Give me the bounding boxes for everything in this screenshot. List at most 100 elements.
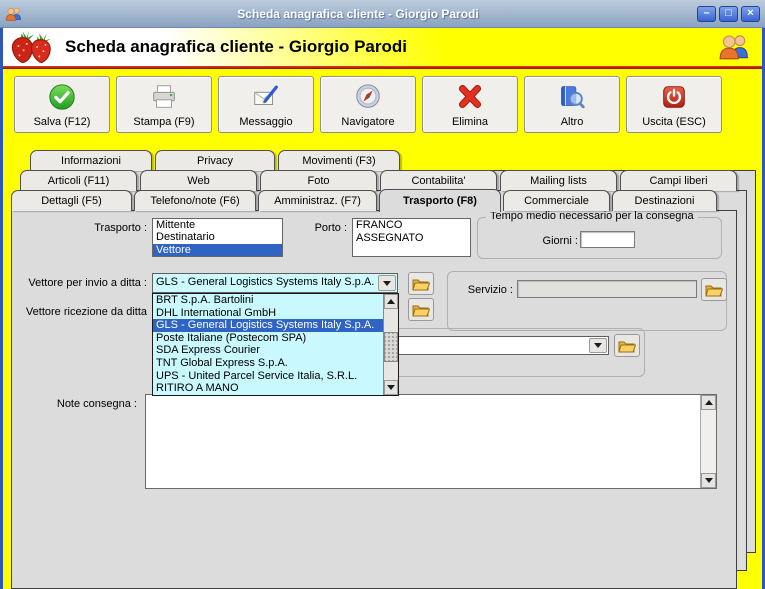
tab-mailing-lists[interactable]: Mailing lists xyxy=(500,170,617,191)
elimina-button[interactable]: Elimina xyxy=(422,76,518,133)
tab-foto[interactable]: Foto xyxy=(260,170,377,191)
arrow-down-icon xyxy=(387,385,395,390)
trasporto-listbox-option[interactable]: Mittente xyxy=(153,219,282,231)
scroll-up-button[interactable] xyxy=(701,395,716,410)
tab-movimenti[interactable]: Movimenti (F3) xyxy=(278,150,400,171)
carrier-dropdown-item[interactable]: GLS - General Logistics Systems Italy S.… xyxy=(153,319,383,332)
salva-button[interactable]: Salva (F12) xyxy=(14,76,110,133)
navigatore-label: Navigatore xyxy=(341,116,395,128)
ricezione-servizio-folder-button[interactable] xyxy=(614,334,640,357)
vettore-invio-dropdown-button[interactable] xyxy=(378,275,396,291)
porto-line: ASSEGNATO xyxy=(356,232,424,244)
altro-label: Altro xyxy=(560,116,584,128)
vettore-ricezione-folder-button[interactable] xyxy=(408,298,434,321)
vettore-ricezione-label: Vettore ricezione da ditta xyxy=(25,306,147,318)
servizio-group: Servizio : xyxy=(447,271,727,331)
tempo-medio-group: Tempo medio necessario per la consegna G… xyxy=(477,210,722,259)
chevron-down-icon xyxy=(594,343,602,348)
servizio-input[interactable] xyxy=(517,280,697,298)
arrow-up-icon xyxy=(387,299,395,304)
minimize-button[interactable]: – xyxy=(697,5,716,22)
delete-x-icon xyxy=(455,80,485,113)
chevron-down-icon xyxy=(383,280,391,286)
giorni-label: Giorni : xyxy=(542,235,578,247)
dropdown-scrollbar xyxy=(383,294,398,395)
note-consegna-text xyxy=(149,397,696,486)
strawberry-logo-icon xyxy=(9,29,57,65)
tab-campi-liberi[interactable]: Campi liberi xyxy=(620,170,737,191)
porto-listbox[interactable]: FRANCO ASSEGNATO xyxy=(352,218,471,257)
elimina-label: Elimina xyxy=(451,116,489,128)
tab-page-trasporto: Trasporto : Mittente Destinatario Vettor… xyxy=(11,210,737,589)
folder-icon xyxy=(705,285,723,296)
book-magnifier-icon xyxy=(557,80,587,113)
tab-dettagli[interactable]: Dettagli (F5) xyxy=(11,190,132,211)
vettore-invio-value: GLS - General Logistics Systems Italy S.… xyxy=(156,276,375,288)
tab-contabilita[interactable]: Contabilita' xyxy=(380,170,497,191)
tab-destinazioni[interactable]: Destinazioni xyxy=(612,190,717,211)
close-button[interactable]: × xyxy=(741,5,760,22)
tab-articoli[interactable]: Articoli (F11) xyxy=(20,170,137,191)
tab-privacy[interactable]: Privacy xyxy=(155,150,275,171)
power-icon xyxy=(659,80,689,113)
window-title: Scheda anagrafica cliente - Giorgio Paro… xyxy=(237,6,479,21)
trasporto-listbox-option[interactable]: Destinatario xyxy=(153,231,282,243)
printer-icon xyxy=(149,80,179,113)
carrier-dropdown-item[interactable]: RITIRO A MANO xyxy=(153,382,383,395)
navigatore-button[interactable]: Navigatore xyxy=(320,76,416,133)
save-check-icon xyxy=(47,80,77,113)
arrow-up-icon xyxy=(704,400,713,405)
window-people-icon xyxy=(5,6,22,21)
carrier-dropdown-item[interactable]: BRT S.p.A. Bartolini xyxy=(153,294,383,307)
vettore-invio-folder-button[interactable] xyxy=(408,272,434,295)
tab-commerciale[interactable]: Commerciale xyxy=(503,190,610,211)
carrier-dropdown-item[interactable]: UPS - United Parcel Service Italia, S.R.… xyxy=(153,370,383,383)
folder-icon xyxy=(412,279,430,290)
messaggio-label: Messaggio xyxy=(239,116,293,128)
tab-informazioni[interactable]: Informazioni xyxy=(30,150,152,171)
tab-web[interactable]: Web xyxy=(140,170,257,191)
note-consegna-textarea[interactable] xyxy=(145,394,717,489)
carrier-dropdown-item[interactable]: TNT Global Express S.p.A. xyxy=(153,357,383,370)
message-icon xyxy=(251,80,281,113)
tab-telefono-note[interactable]: Telefono/note (F6) xyxy=(134,190,256,211)
uscita-label: Uscita (ESC) xyxy=(642,116,706,128)
tab-amministraz[interactable]: Amministraz. (F7) xyxy=(258,190,377,211)
porto-label: Porto : xyxy=(314,222,347,234)
note-consegna-label: Note consegna : xyxy=(56,398,137,410)
salva-label: Salva (F12) xyxy=(33,116,91,128)
vettore-invio-combobox[interactable]: GLS - General Logistics Systems Italy S.… xyxy=(152,273,398,293)
trasporto-label: Trasporto : xyxy=(94,222,147,234)
scroll-down-button[interactable] xyxy=(384,380,398,395)
messaggio-button[interactable]: Messaggio xyxy=(218,76,314,133)
note-scrollbar xyxy=(700,395,716,488)
tab-trasporto[interactable]: Trasporto (F8) xyxy=(379,189,501,212)
servizio-folder-button[interactable] xyxy=(701,278,727,301)
altro-button[interactable]: Altro xyxy=(524,76,620,133)
uscita-button[interactable]: Uscita (ESC) xyxy=(626,76,722,133)
tempo-medio-legend: Tempo medio necessario per la consegna xyxy=(486,210,698,222)
page-title: Scheda anagrafica cliente - Giorgio Paro… xyxy=(65,37,407,56)
giorni-input[interactable] xyxy=(580,231,635,248)
trasporto-listbox[interactable]: Mittente Destinatario Vettore xyxy=(152,218,283,257)
scroll-up-button[interactable] xyxy=(384,294,398,309)
titlebar: Scheda anagrafica cliente - Giorgio Paro… xyxy=(0,0,765,28)
arrow-down-icon xyxy=(704,478,713,483)
header-divider xyxy=(3,66,762,69)
ricezione-servizio-dropdown-button[interactable] xyxy=(589,338,607,353)
maximize-button[interactable]: □ xyxy=(719,5,738,22)
scroll-thumb[interactable] xyxy=(384,332,398,362)
carrier-dropdown-list[interactable]: BRT S.p.A. Bartolini DHL International G… xyxy=(152,293,399,396)
carrier-dropdown-item[interactable]: SDA Express Courier xyxy=(153,344,383,357)
carrier-dropdown-item[interactable]: Poste Italiane (Postecom SPA) xyxy=(153,332,383,345)
header: Scheda anagrafica cliente - Giorgio Paro… xyxy=(3,28,762,66)
trasporto-listbox-option[interactable]: Vettore xyxy=(153,243,282,256)
carrier-dropdown-item[interactable]: DHL International GmbH xyxy=(153,307,383,320)
folder-icon xyxy=(618,341,636,352)
scroll-down-button[interactable] xyxy=(701,473,716,488)
users-icon xyxy=(718,32,750,60)
servizio-label: Servizio : xyxy=(467,284,513,296)
compass-icon xyxy=(353,80,383,113)
stampa-button[interactable]: Stampa (F9) xyxy=(116,76,212,133)
stampa-label: Stampa (F9) xyxy=(133,116,195,128)
